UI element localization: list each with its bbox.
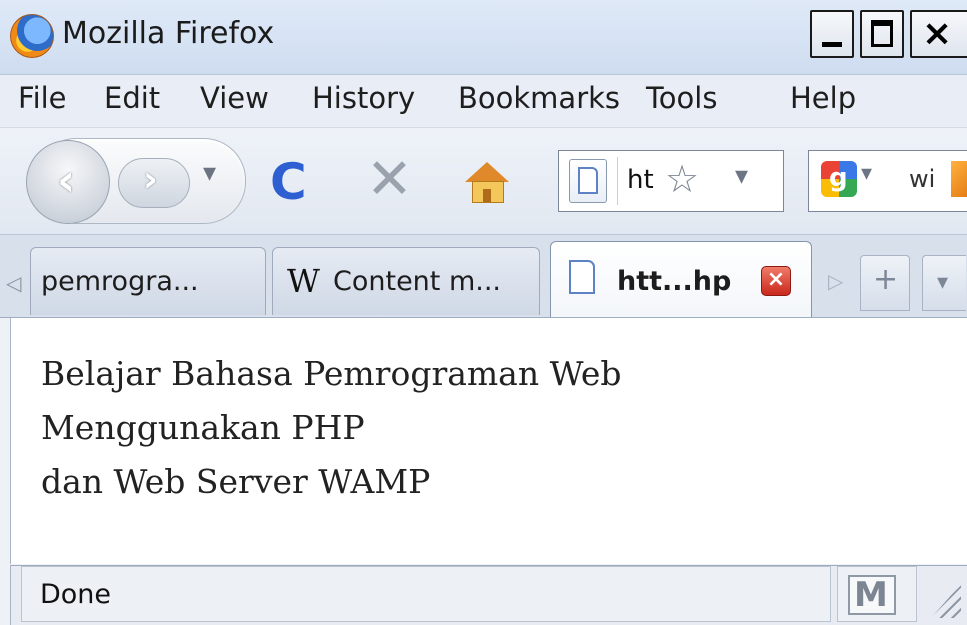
stop-icon[interactable]: ✕ <box>366 152 413 208</box>
search-input[interactable]: wi <box>909 165 935 193</box>
search-bar[interactable]: g ▾ wi <box>808 150 967 212</box>
reload-icon[interactable]: C <box>270 156 307 208</box>
navigation-toolbar: ‹ › ▾ C ✕ ht ☆ ▾ g ▾ wi <box>0 128 967 235</box>
title-bar: Mozilla Firefox × <box>0 0 967 75</box>
menu-file[interactable]: File <box>18 81 67 115</box>
maximize-button[interactable] <box>860 10 904 58</box>
tab-label: Content m... <box>333 266 502 297</box>
close-tab-icon[interactable]: × <box>761 266 791 296</box>
menu-bar: File Edit View History Bookmarks Tools H… <box>0 75 967 128</box>
new-tab-button[interactable]: + <box>860 255 910 311</box>
tab-content-management[interactable]: W Content m... <box>272 247 540 315</box>
history-dropdown-icon[interactable]: ▾ <box>203 158 216 188</box>
menu-bookmarks[interactable]: Bookmarks <box>458 81 620 115</box>
site-identity-button[interactable] <box>569 159 607 203</box>
chevron-down-icon: ▾ <box>937 270 949 295</box>
tab-scroll-right-icon[interactable]: ▷ <box>828 269 843 293</box>
resize-grip-icon[interactable] <box>931 584 961 618</box>
list-all-tabs-button[interactable]: ▾ <box>922 255 966 311</box>
content-line: Menggunakan PHP <box>41 408 365 447</box>
address-input[interactable]: ht <box>627 165 654 195</box>
firefox-logo-icon <box>10 14 54 58</box>
firefox-window: Mozilla Firefox × File Edit View History… <box>0 0 967 625</box>
menu-history[interactable]: History <box>312 81 415 115</box>
minimize-button[interactable] <box>810 10 854 58</box>
home-icon[interactable] <box>465 162 509 203</box>
back-arrow-icon: ‹ <box>57 155 76 206</box>
wikipedia-icon: W <box>287 262 320 300</box>
menu-view[interactable]: View <box>200 81 269 115</box>
gmail-icon[interactable]: M <box>848 575 896 615</box>
search-engine-dropdown-icon[interactable]: ▾ <box>861 161 872 186</box>
tab-scroll-left-icon[interactable]: ◁ <box>6 271 21 295</box>
search-go-icon[interactable] <box>951 161 967 197</box>
close-icon: × <box>922 13 953 54</box>
close-window-button[interactable]: × <box>910 10 967 58</box>
page-icon <box>578 167 598 194</box>
back-button[interactable]: ‹ <box>26 140 110 224</box>
menu-tools[interactable]: Tools <box>646 81 717 115</box>
google-search-engine-icon[interactable]: g <box>821 161 857 197</box>
address-bar[interactable]: ht ☆ ▾ <box>558 150 784 212</box>
status-text: Done <box>40 579 112 610</box>
bookmark-star-icon[interactable]: ☆ <box>665 157 699 201</box>
url-history-dropdown-icon[interactable]: ▾ <box>735 161 748 191</box>
forward-button[interactable]: › <box>118 158 190 208</box>
page-icon <box>569 260 595 294</box>
plus-icon: + <box>873 262 899 297</box>
content-line: dan Web Server WAMP <box>41 462 431 501</box>
tab-strip: ◁ pemrogra... W Content m... htt...hp × … <box>0 235 967 318</box>
tab-pemrograman[interactable]: pemrogra... <box>30 247 266 315</box>
tab-active-php[interactable]: htt...hp × <box>550 241 812 317</box>
content-line: Belajar Bahasa Pemrograman Web <box>41 354 622 393</box>
tab-label: pemrogra... <box>41 266 199 297</box>
menu-edit[interactable]: Edit <box>104 81 160 115</box>
tab-label: htt...hp <box>617 266 732 297</box>
menu-help[interactable]: Help <box>790 81 856 115</box>
status-text-panel: Done <box>21 566 831 622</box>
window-title: Mozilla Firefox <box>62 16 275 51</box>
page-content: Belajar Bahasa Pemrograman Web Menggunak… <box>10 318 967 564</box>
forward-arrow-icon: › <box>143 159 158 200</box>
status-bar: Done M <box>10 565 967 625</box>
gmail-notifier[interactable]: M <box>837 566 917 622</box>
